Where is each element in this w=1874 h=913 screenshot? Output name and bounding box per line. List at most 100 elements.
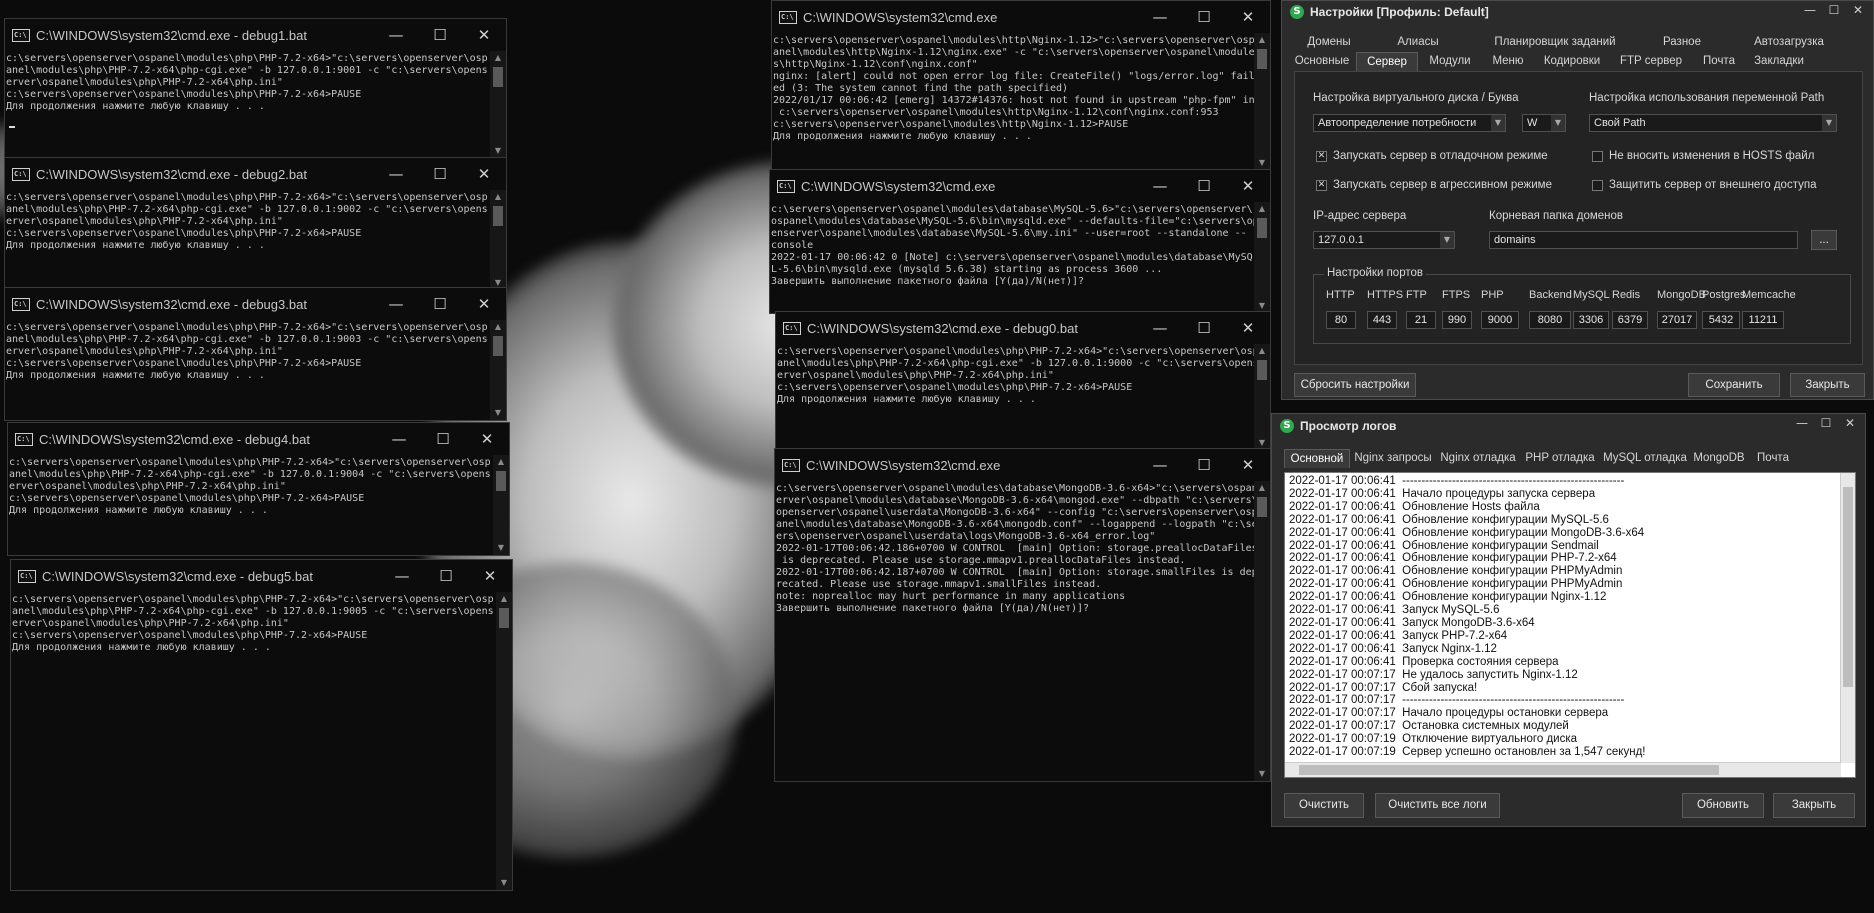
port-input-http[interactable]: 80 [1326, 311, 1356, 329]
console-output[interactable]: c:\servers\openserver\ospanel\modules\ph… [776, 344, 1254, 450]
log-entry[interactable]: 2022-01-17 00:06:41 Запуск MySQL-5.6 [1285, 604, 1855, 617]
log-entry[interactable]: 2022-01-17 00:06:41 Обновление Hosts фай… [1285, 501, 1855, 514]
scroll-down-icon[interactable]: ▼ [1254, 767, 1270, 781]
console-scrollbar[interactable]: ▲ ▼ [1254, 202, 1270, 313]
maximize-icon[interactable]: ☐ [1182, 449, 1226, 481]
maximize-icon[interactable]: ☐ [1182, 312, 1226, 344]
refresh-button[interactable]: Обновить [1682, 793, 1764, 818]
console-titlebar[interactable]: C:\ C:\WINDOWS\system32\cmd.exe - debug2.… [5, 158, 506, 190]
maximize-icon[interactable]: ☐ [421, 423, 465, 455]
settings-tab-top-1[interactable]: Алиасы [1370, 33, 1466, 51]
log-entry[interactable]: 2022-01-17 00:06:41 Начало процедуры зап… [1285, 488, 1855, 501]
aggressive-mode-checkbox[interactable]: ✕ [1316, 180, 1327, 191]
settings-tab-3[interactable]: Меню [1482, 52, 1534, 70]
scroll-up-icon[interactable]: ▲ [496, 592, 512, 606]
console-scrollbar[interactable]: ▲ ▼ [490, 320, 506, 420]
minimize-icon[interactable]: — [377, 423, 421, 455]
log-entry[interactable]: 2022-01-17 00:07:17 Остановка системных … [1285, 720, 1855, 733]
settings-tab-top-3[interactable]: Разное [1644, 33, 1720, 51]
logs-close-button[interactable]: Закрыть [1773, 793, 1855, 818]
clear-log-button[interactable]: Очистить [1284, 793, 1364, 818]
port-input-ftps[interactable]: 990 [1442, 311, 1472, 329]
console-titlebar[interactable]: C:\ C:\WINDOWS\system32\cmd.exe — ☐ ✕ [770, 170, 1270, 202]
close-icon[interactable]: ✕ [1226, 312, 1270, 344]
close-icon[interactable]: ✕ [465, 423, 509, 455]
console-titlebar[interactable]: C:\ C:\WINDOWS\system32\cmd.exe - debug0.… [776, 312, 1270, 344]
port-input-php[interactable]: 9000 [1481, 311, 1519, 329]
console-scrollbar[interactable]: ▲ ▼ [1254, 481, 1270, 781]
log-entry[interactable]: 2022-01-17 00:06:41 Обновление конфигура… [1285, 578, 1855, 591]
maximize-icon[interactable]: ☐ [418, 158, 462, 190]
settings-tab-7[interactable]: Закладки [1746, 52, 1812, 70]
vdisk-letter-select[interactable]: W ▼ [1522, 114, 1566, 132]
settings-tab-5[interactable]: FTP сервер [1610, 52, 1692, 70]
minimize-icon[interactable]: — [1138, 1, 1182, 33]
maximize-icon[interactable]: ☐ [1182, 1, 1226, 33]
scroll-down-icon[interactable]: ▼ [496, 876, 512, 890]
console-titlebar[interactable]: C:\ C:\WINDOWS\system32\cmd.exe - debug4.… [8, 423, 509, 455]
close-icon[interactable]: ✕ [1226, 1, 1270, 33]
scroll-up-icon[interactable]: ▲ [1254, 33, 1270, 47]
minimize-icon[interactable]: — [374, 19, 418, 51]
port-input-memcache[interactable]: 11211 [1742, 311, 1784, 329]
logs-titlebar[interactable]: S Просмотр логов — ☐ ✕ [1272, 414, 1865, 438]
hosts-checkbox[interactable] [1592, 151, 1603, 162]
logs-tab-0[interactable]: Основной [1284, 449, 1350, 468]
scroll-down-icon[interactable]: ▼ [493, 541, 509, 555]
console-titlebar[interactable]: C:\ C:\WINDOWS\system32\cmd.exe - debug5.… [11, 560, 512, 592]
console-output[interactable]: c:\servers\openserver\ospanel\modules\da… [770, 202, 1254, 313]
log-entry[interactable]: 2022-01-17 00:06:41 Обновление конфигура… [1285, 514, 1855, 527]
port-input-backend[interactable]: 8080 [1529, 311, 1571, 329]
scroll-up-icon[interactable]: ▲ [490, 320, 506, 334]
maximize-icon[interactable]: ☐ [1182, 170, 1226, 202]
logs-tab-1[interactable]: Nginx запросы [1350, 449, 1436, 467]
minimize-icon[interactable]: — [374, 158, 418, 190]
settings-tab-0[interactable]: Основные [1288, 52, 1356, 70]
log-entry[interactable]: 2022-01-17 00:06:41 Обновление конфигура… [1285, 565, 1855, 578]
logs-tab-4[interactable]: MySQL отладка [1600, 449, 1690, 467]
port-input-https[interactable]: 443 [1367, 311, 1397, 329]
console-output[interactable]: c:\servers\openserver\ospanel\modules\ph… [5, 51, 490, 158]
scroll-down-icon[interactable]: ▼ [1254, 156, 1270, 170]
logs-tab-2[interactable]: Nginx отладка [1436, 449, 1520, 467]
log-entry[interactable]: 2022-01-17 00:06:41 Запуск Nginx-1.12 [1285, 643, 1855, 656]
log-list[interactable]: 2022-01-17 00:06:41 --------------------… [1284, 472, 1856, 778]
maximize-icon[interactable]: ☐ [418, 19, 462, 51]
settings-tab-top-0[interactable]: Домены [1288, 33, 1370, 51]
log-entry[interactable]: 2022-01-17 00:06:41 Проверка состояния с… [1285, 656, 1855, 669]
console-scrollbar[interactable]: ▲ ▼ [490, 51, 506, 158]
settings-tab-1[interactable]: Сервер [1356, 52, 1418, 71]
close-icon[interactable]: ✕ [1839, 416, 1861, 434]
console-titlebar[interactable]: C:\ C:\WINDOWS\system32\cmd.exe — ☐ ✕ [772, 1, 1270, 33]
clear-all-logs-button[interactable]: Очистить все логи [1375, 793, 1500, 818]
close-icon[interactable]: ✕ [1847, 3, 1869, 21]
settings-close-button[interactable]: Закрыть [1790, 373, 1865, 397]
protect-checkbox[interactable] [1592, 180, 1603, 191]
close-icon[interactable]: ✕ [462, 19, 506, 51]
settings-tab-top-4[interactable]: Автозагрузка [1720, 33, 1858, 51]
port-input-postgres[interactable]: 5432 [1702, 311, 1740, 329]
reset-settings-button[interactable]: Сбросить настройки [1294, 373, 1416, 397]
console-output[interactable]: c:\servers\openserver\ospanel\modules\ph… [5, 190, 490, 290]
console-titlebar[interactable]: C:\ C:\WINDOWS\system32\cmd.exe — ☐ ✕ [775, 449, 1270, 481]
save-button[interactable]: Сохранить [1688, 373, 1780, 397]
console-titlebar[interactable]: C:\ C:\WINDOWS\system32\cmd.exe - debug1.… [5, 19, 506, 51]
log-vertical-scrollbar[interactable] [1840, 473, 1855, 763]
logs-tab-5[interactable]: MongoDB [1690, 449, 1748, 467]
console-output[interactable]: c:\servers\openserver\ospanel\modules\da… [775, 481, 1254, 781]
log-entry[interactable]: 2022-01-17 00:06:41 Обновление конфигура… [1285, 591, 1855, 604]
scroll-up-icon[interactable]: ▲ [493, 455, 509, 469]
maximize-icon[interactable]: ☐ [418, 288, 462, 320]
settings-tab-4[interactable]: Кодировки [1534, 52, 1610, 70]
close-icon[interactable]: ✕ [1226, 449, 1270, 481]
port-input-mysql[interactable]: 3306 [1573, 311, 1609, 329]
log-entry[interactable]: 2022-01-17 00:07:17 Начало процедуры ост… [1285, 707, 1855, 720]
scroll-up-icon[interactable]: ▲ [1254, 481, 1270, 495]
log-entry[interactable]: 2022-01-17 00:07:19 Сервер успешно остан… [1285, 746, 1855, 759]
console-output[interactable]: c:\servers\openserver\ospanel\modules\ph… [8, 455, 493, 555]
settings-tab-2[interactable]: Модули [1418, 52, 1482, 70]
minimize-icon[interactable]: — [374, 288, 418, 320]
scroll-up-icon[interactable]: ▲ [1254, 202, 1270, 216]
scroll-up-icon[interactable]: ▲ [490, 190, 506, 204]
log-entry[interactable]: 2022-01-17 00:06:41 Обновление конфигура… [1285, 527, 1855, 540]
